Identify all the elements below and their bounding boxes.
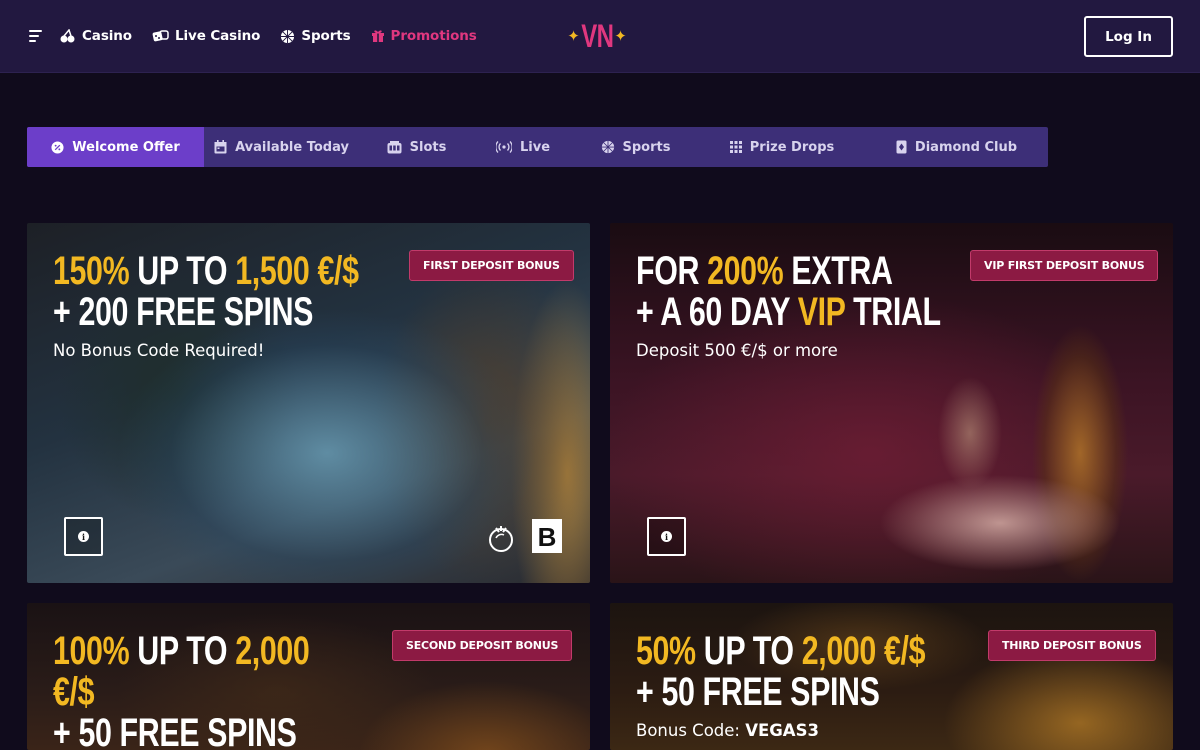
brand-logo[interactable]: ✦ VN ✦ <box>565 16 629 56</box>
badge-percent-icon <box>51 140 64 154</box>
headline-part: 1,500 €/$ <box>235 249 359 293</box>
tab-welcome-offer[interactable]: Welcome Offer <box>27 127 204 167</box>
headline-part: UP TO <box>129 629 236 673</box>
tab-diamond-club-label: Diamond Club <box>914 139 1018 155</box>
promo-category-tabs: Welcome Offer Available Today Slots Live… <box>27 127 1048 167</box>
tab-sports-label: Sports <box>622 139 671 155</box>
tab-live[interactable]: Live <box>474 127 572 167</box>
headline-part: 100% <box>53 629 130 673</box>
info-button[interactable]: i <box>64 517 103 556</box>
headline-part: + A 60 DAY <box>636 290 798 334</box>
headline-part: TRIAL <box>845 290 941 334</box>
tab-slots[interactable]: Slots <box>359 127 474 167</box>
nav-casino[interactable]: Casino <box>60 24 132 48</box>
headline-part: 2,000 €/$ <box>801 629 926 673</box>
top-header: Casino Live Casino Sports Promotions ✦ V… <box>0 0 1200 73</box>
headline-part: UP TO <box>695 629 802 673</box>
cherry-icon <box>60 29 75 43</box>
promo-card-third-deposit[interactable]: 50% UP TO 2,000 €/$ + 50 FREE SPINS Bonu… <box>610 603 1173 750</box>
tab-available-today[interactable]: Available Today <box>204 127 359 167</box>
tab-welcome-offer-label: Welcome Offer <box>72 139 180 155</box>
headline-line-2: + A 60 DAY VIP TRIAL <box>636 292 941 333</box>
card-subline: Deposit 500 €/$ or more <box>636 341 838 360</box>
bonus-code: VEGAS3 <box>745 721 819 740</box>
nav-sports-label: Sports <box>301 28 351 44</box>
headline-part: EXTRA <box>783 249 893 293</box>
card-headline: 50% UP TO 2,000 €/$ + 50 FREE SPINS <box>636 631 925 713</box>
tab-sports[interactable]: Sports <box>572 127 699 167</box>
nav-live-casino[interactable]: Live Casino <box>152 24 260 48</box>
nav-promotions-label: Promotions <box>390 28 477 44</box>
card-badge: FIRST DEPOSIT BONUS <box>409 250 574 281</box>
promo-card-vip-first-deposit[interactable]: FOR 200% EXTRA + A 60 DAY VIP TRIAL Depo… <box>610 223 1173 583</box>
headline-part: + 50 FREE SPINS <box>636 670 880 714</box>
nav-casino-label: Casino <box>82 28 132 44</box>
tab-diamond-club[interactable]: Diamond Club <box>865 127 1048 167</box>
headline-line-3: + 50 FREE SPINS <box>53 713 309 750</box>
card-subline: Bonus Code: VEGAS3 <box>636 721 1016 740</box>
ball-icon <box>281 29 295 43</box>
headline-part: FOR <box>636 249 708 293</box>
ball-icon <box>601 140 614 154</box>
hamburger-menu-icon[interactable] <box>29 30 42 42</box>
headline-part: 2,000 <box>235 629 310 673</box>
nav-sports[interactable]: Sports <box>280 24 351 48</box>
headline-line-1: 50% UP TO 2,000 €/$ <box>636 631 925 672</box>
tab-slots-label: Slots <box>409 139 447 155</box>
calendar-icon <box>214 140 227 154</box>
headline-line-2: €/$ <box>53 672 309 713</box>
slot-machine-icon <box>387 140 402 153</box>
headline-line-1: FOR 200% EXTRA <box>636 251 941 292</box>
login-button[interactable]: Log In <box>1084 16 1173 57</box>
headline-line-1: 100% UP TO 2,000 <box>53 629 310 673</box>
card-badge: THIRD DEPOSIT BONUS <box>988 630 1156 661</box>
svg-text:B: B <box>538 522 557 552</box>
headline-line-1: 150% UP TO 1,500 €/$ <box>53 251 359 292</box>
card-text-block: 50% UP TO 2,000 €/$ + 50 FREE SPINS Bonu… <box>636 631 1016 741</box>
nav-promotions[interactable]: Promotions <box>371 24 477 48</box>
card-headline: 100% UP TO 2,000 €/$ + 50 FREE SPINS <box>53 629 310 750</box>
headline-part: + 50 FREE SPINS <box>53 711 297 750</box>
tab-live-label: Live <box>519 139 551 155</box>
card-headline: FOR 200% EXTRA + A 60 DAY VIP TRIAL <box>636 251 941 333</box>
headline-part: + 200 FREE SPINS <box>53 290 314 334</box>
broadcast-icon <box>495 141 512 153</box>
grid-icon <box>729 141 742 153</box>
tab-available-today-label: Available Today <box>235 139 349 155</box>
card-subline: No Bonus Code Required! <box>53 341 265 360</box>
brand-b-logo-icon: B <box>532 519 562 553</box>
headline-part: 50% <box>636 629 696 673</box>
card-text-block: 100% UP TO 2,000 €/$ + 50 FREE SPINS <box>53 631 390 750</box>
main-nav: Casino Live Casino Sports Promotions <box>60 24 497 48</box>
card-badge: SECOND DEPOSIT BONUS <box>392 630 573 661</box>
card-badge: VIP FIRST DEPOSIT BONUS <box>970 250 1159 281</box>
logo-text: VN <box>581 17 614 54</box>
diamond-card-icon <box>896 140 907 154</box>
dice-icon <box>152 30 169 42</box>
headline-part: VIP <box>797 290 846 334</box>
card-headline: 150% UP TO 1,500 €/$ + 200 FREE SPINS <box>53 251 359 333</box>
provider-logo-icon <box>489 526 513 552</box>
headline-part: 200% <box>707 249 784 293</box>
info-button[interactable]: i <box>647 517 686 556</box>
star-icon: ✦ <box>567 27 580 45</box>
star-icon: ✦ <box>614 27 627 45</box>
headline-line-2: + 50 FREE SPINS <box>636 672 925 713</box>
nav-live-casino-label: Live Casino <box>174 28 261 44</box>
headline-part: €/$ <box>53 670 95 714</box>
info-icon: i <box>78 531 89 542</box>
tab-prize-drops[interactable]: Prize Drops <box>699 127 865 167</box>
card-text-block: 150% UP TO 1,500 €/$ + 200 FREE SPINS No… <box>53 251 455 361</box>
info-icon: i <box>661 531 672 542</box>
bonus-code-prefix: Bonus Code: <box>636 721 746 740</box>
headline-part: 150% <box>53 249 130 293</box>
tab-prize-drops-label: Prize Drops <box>749 139 835 155</box>
gift-icon <box>371 30 384 42</box>
promo-card-first-deposit[interactable]: 150% UP TO 1,500 €/$ + 200 FREE SPINS No… <box>27 223 590 583</box>
headline-line-2: + 200 FREE SPINS <box>53 292 359 333</box>
promo-card-second-deposit[interactable]: 100% UP TO 2,000 €/$ + 50 FREE SPINS SEC… <box>27 603 590 750</box>
headline-part: UP TO <box>129 249 236 293</box>
